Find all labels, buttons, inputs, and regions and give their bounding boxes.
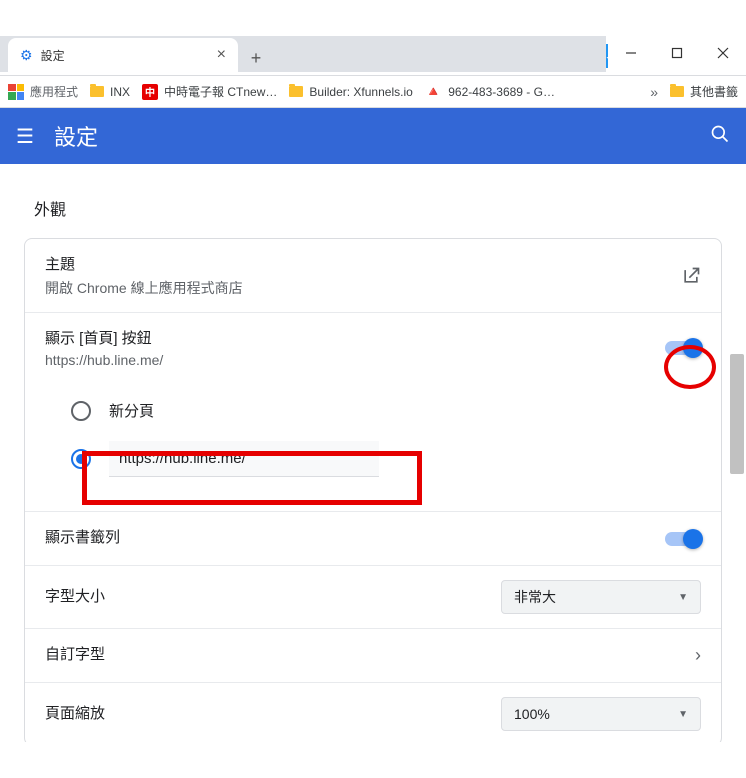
window-maximize-button[interactable] bbox=[654, 36, 700, 70]
site-favicon: 中 bbox=[142, 84, 158, 100]
bookmarks-overflow-button[interactable]: » bbox=[650, 84, 658, 100]
radio-icon-checked bbox=[71, 449, 91, 469]
font-size-label: 字型大小 bbox=[45, 585, 501, 606]
close-icon[interactable]: × bbox=[217, 46, 226, 64]
custom-font-label: 自訂字型 bbox=[45, 643, 695, 664]
chevron-down-icon: ▼ bbox=[678, 592, 688, 603]
page-zoom-label: 頁面縮放 bbox=[45, 702, 501, 723]
tab-strip: ⚙ 設定 × + bbox=[0, 36, 606, 72]
theme-row[interactable]: 主題 開啟 Chrome 線上應用程式商店 bbox=[25, 239, 721, 313]
home-button-toggle[interactable] bbox=[665, 341, 701, 355]
home-button-url: https://hub.line.me/ bbox=[45, 352, 665, 368]
radio-icon bbox=[71, 401, 91, 421]
settings-content: 外觀 主題 開啟 Chrome 線上應用程式商店 顯示 [首頁] 按鈕 http… bbox=[0, 164, 746, 742]
theme-subtitle: 開啟 Chrome 線上應用程式商店 bbox=[45, 278, 681, 298]
home-button-options: 新分頁 bbox=[25, 382, 721, 512]
folder-icon bbox=[289, 86, 303, 97]
apps-shortcut[interactable]: 應用程式 bbox=[8, 83, 78, 100]
settings-app-bar: ☰ 設定 bbox=[0, 108, 746, 164]
folder-icon bbox=[670, 86, 684, 97]
show-home-button-row: 顯示 [首頁] 按鈕 https://hub.line.me/ bbox=[25, 313, 721, 382]
radio-label: 新分頁 bbox=[109, 400, 154, 421]
new-tab-button[interactable]: + bbox=[242, 44, 270, 72]
page-zoom-value: 100% bbox=[514, 706, 550, 722]
font-size-row: 字型大小 非常大 ▼ bbox=[25, 566, 721, 629]
gear-icon: ⚙ bbox=[20, 47, 33, 64]
chevron-right-icon: › bbox=[695, 645, 701, 666]
show-bookmarks-bar-row: 顯示書籤列 bbox=[25, 512, 721, 566]
section-title-appearance: 外觀 bbox=[34, 196, 712, 220]
settings-title: 設定 bbox=[54, 120, 690, 152]
apps-grid-icon bbox=[8, 84, 24, 100]
bookmarks-bar-toggle[interactable] bbox=[665, 532, 701, 546]
window-close-button[interactable] bbox=[700, 36, 746, 70]
folder-icon bbox=[90, 86, 104, 97]
search-icon[interactable] bbox=[710, 124, 730, 149]
home-url-input[interactable] bbox=[109, 441, 379, 477]
appearance-card: 主題 開啟 Chrome 線上應用程式商店 顯示 [首頁] 按鈕 https:/… bbox=[24, 238, 722, 742]
custom-font-row[interactable]: 自訂字型 › bbox=[25, 629, 721, 683]
page-zoom-select[interactable]: 100% ▼ bbox=[501, 697, 701, 731]
other-bookmarks-folder[interactable]: 其他書籤 bbox=[670, 83, 738, 100]
radio-new-tab[interactable]: 新分頁 bbox=[71, 390, 701, 431]
bookmark-item[interactable]: 中 中時電子報 CTnew… bbox=[142, 83, 277, 100]
bookmark-item[interactable]: 🔺 962-483-3689 - G… bbox=[425, 83, 555, 100]
bookmarks-bar: 應用程式 INX 中 中時電子報 CTnew… Builder: Xfunnel… bbox=[0, 76, 746, 108]
theme-title: 主題 bbox=[45, 253, 681, 274]
browser-tab[interactable]: ⚙ 設定 × bbox=[8, 38, 238, 72]
radio-custom-url[interactable] bbox=[71, 431, 701, 487]
menu-icon[interactable]: ☰ bbox=[16, 124, 34, 149]
font-size-value: 非常大 bbox=[514, 587, 556, 607]
scrollbar-thumb[interactable] bbox=[730, 354, 744, 474]
ads-favicon: 🔺 bbox=[425, 83, 442, 100]
page-zoom-row: 頁面縮放 100% ▼ bbox=[25, 683, 721, 742]
bookmark-item[interactable]: INX bbox=[90, 85, 130, 99]
home-button-title: 顯示 [首頁] 按鈕 bbox=[45, 327, 665, 348]
bookmark-item[interactable]: Builder: Xfunnels.io bbox=[289, 85, 412, 99]
open-external-icon bbox=[681, 266, 701, 286]
font-size-select[interactable]: 非常大 ▼ bbox=[501, 580, 701, 614]
window-controls bbox=[608, 36, 746, 70]
tab-title: 設定 bbox=[41, 47, 209, 64]
bookmarks-bar-label: 顯示書籤列 bbox=[45, 526, 665, 547]
window-minimize-button[interactable] bbox=[608, 36, 654, 70]
chevron-down-icon: ▼ bbox=[678, 709, 688, 720]
